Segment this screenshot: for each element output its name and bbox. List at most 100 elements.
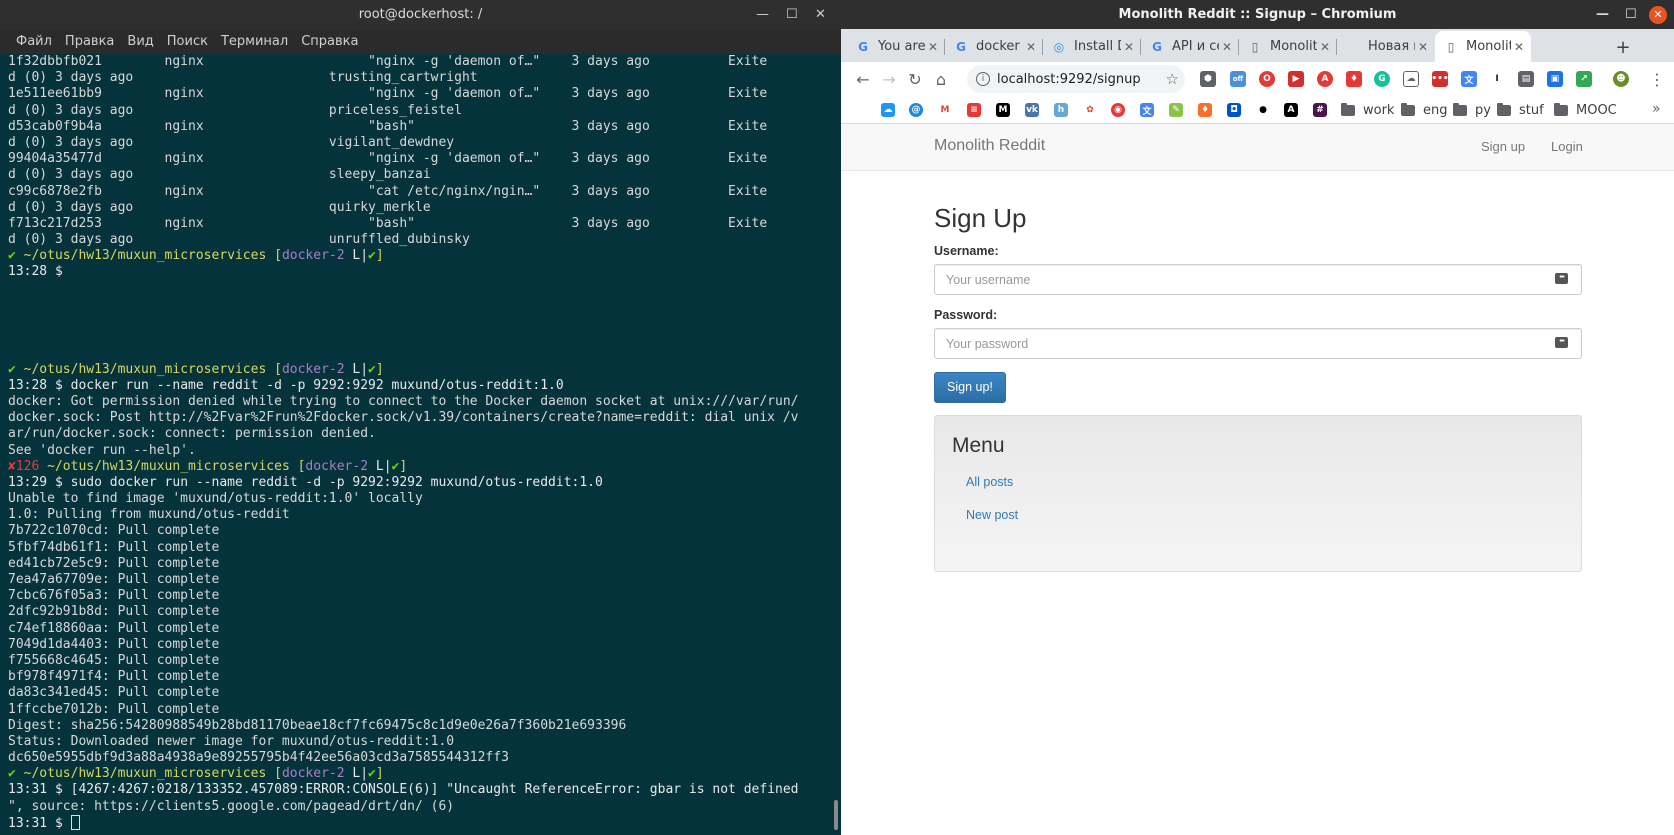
bookmark-folder-work[interactable]: work	[1341, 102, 1394, 118]
nav-signup-link[interactable]: Sign up	[1481, 139, 1525, 154]
at-bookmark-icon[interactable]: @	[909, 103, 923, 117]
back-icon[interactable]: ←	[851, 67, 875, 91]
username-input[interactable]: Your username •••	[934, 264, 1582, 295]
adblock-icon[interactable]: A	[1317, 71, 1333, 87]
tab-close-icon[interactable]: ✕	[1219, 40, 1235, 54]
more-menu-icon[interactable]: ⋮	[1645, 67, 1669, 91]
new-tab-button[interactable]: +	[1609, 33, 1637, 61]
extension-off-icon[interactable]: off	[1230, 71, 1246, 87]
prompt-line: ✔ ~/otus/hw13/muxun_microservices [docke…	[8, 766, 841, 782]
nav-login-link[interactable]: Login	[1551, 139, 1583, 154]
tab-title: Новая вкла	[1368, 39, 1415, 54]
browser-tab[interactable]: Gdocker r✕	[945, 31, 1043, 62]
notion-icon[interactable]: A	[1284, 103, 1298, 117]
circle-bookmark-icon[interactable]: ◉	[1111, 103, 1125, 117]
browser-window: Monolith Reddit :: Signup – Chromium — ☐…	[841, 0, 1674, 835]
instapaper-icon[interactable]: I	[1489, 71, 1505, 87]
chart-icon[interactable]: ↗	[1576, 71, 1592, 87]
avatar[interactable]: ☻	[1613, 71, 1629, 87]
window-icon[interactable]: ▤	[1518, 71, 1534, 87]
bookmark-folder-mooc[interactable]: MOOC	[1554, 102, 1617, 118]
browser-tab[interactable]: G API и се✕	[1141, 31, 1239, 62]
grammarly-icon[interactable]: G	[1374, 71, 1390, 87]
command-line: 13:28 $ docker run --name reddit -d -p 9…	[8, 378, 841, 394]
password-manager-icon[interactable]: •••	[1555, 273, 1568, 284]
vk-icon[interactable]: vk	[1025, 103, 1039, 117]
terminal-menubar: Файл Правка Вид Поиск Терминал Справка	[0, 29, 841, 54]
todo-icon[interactable]: ≡	[967, 103, 981, 117]
cloud-bookmark-icon[interactable]: ☁	[881, 103, 895, 117]
gmail-icon[interactable]: M	[938, 103, 952, 117]
tab-close-icon[interactable]: ✕	[1023, 40, 1039, 54]
bookmark-star-icon[interactable]: ☆	[1166, 70, 1179, 88]
minimize-icon[interactable]: —	[1596, 0, 1609, 29]
site-brand[interactable]: Monolith Reddit	[934, 137, 1045, 155]
menu-new-post-link[interactable]: New post	[966, 508, 1564, 522]
browser-tab[interactable]: G You are ✕	[847, 31, 945, 62]
menu-file[interactable]: Файл	[16, 34, 52, 49]
github-icon[interactable]: ●	[1256, 103, 1270, 117]
prompt-time: 13:31	[8, 782, 48, 798]
translate-icon[interactable]: 文	[1461, 71, 1477, 87]
browser-tab[interactable]: ◎ Install D✕	[1043, 31, 1141, 62]
home-icon[interactable]: ⌂	[929, 67, 953, 91]
cloud-icon[interactable]: ☁	[1403, 71, 1419, 87]
info-icon[interactable]: i	[976, 72, 990, 86]
slack-icon[interactable]: #	[1313, 103, 1327, 117]
medium-icon[interactable]: M	[996, 103, 1010, 117]
flower-icon[interactable]: ✿	[1083, 103, 1097, 117]
shield-icon[interactable]: ♦	[1346, 71, 1362, 87]
menu-edit[interactable]: Правка	[65, 34, 114, 49]
browser-tab[interactable]: ▯ Monolit ✕	[1435, 31, 1531, 62]
ps-row-text: 1e511ee61bb9 nginx "nginx -g 'daemon of……	[8, 86, 768, 102]
tab-close-icon[interactable]: ✕	[1317, 40, 1333, 54]
forward-icon[interactable]: →	[877, 67, 901, 91]
gitlab-icon[interactable]: ♦	[1198, 103, 1212, 117]
reload-icon[interactable]: ↻	[903, 67, 927, 91]
bookmark-folder-py[interactable]: py	[1453, 102, 1491, 118]
ps-row-wrap: d (0) 3 days ago quirky_merkle	[8, 200, 841, 216]
menu-search[interactable]: Поиск	[167, 34, 208, 49]
browser-tab[interactable]: Новая вкла✕	[1337, 31, 1435, 62]
habr-icon[interactable]: h	[1054, 103, 1068, 117]
leaf-icon[interactable]: ✎	[1169, 103, 1183, 117]
password-input[interactable]: Your password •••	[934, 328, 1582, 359]
maximize-icon[interactable]: ☐	[786, 0, 798, 29]
tab-separator	[1238, 39, 1239, 55]
bookmarks-overflow-icon[interactable]: »	[1652, 101, 1661, 117]
opera-icon[interactable]: O	[1259, 71, 1275, 87]
bookmark-folder-stuf[interactable]: stuf	[1497, 102, 1544, 118]
close-icon[interactable]: ✕	[1649, 0, 1667, 29]
capture-icon[interactable]: ▣	[1547, 71, 1563, 87]
ps-row: c99c6878e2fb nginx "cat /etc/nginx/ngin……	[8, 184, 841, 200]
minimize-icon[interactable]: —	[756, 0, 769, 29]
tab-close-icon[interactable]: ✕	[925, 40, 941, 54]
pocket-icon[interactable]: ⬢	[1200, 71, 1216, 87]
menu-help[interactable]: Справка	[301, 34, 358, 49]
tab-close-icon[interactable]: ✕	[1511, 40, 1527, 54]
prompt-time: 13:28	[8, 264, 48, 280]
tab-separator	[1042, 39, 1043, 55]
terminal-scrollbar[interactable]	[834, 800, 838, 830]
translate-bookmark-icon[interactable]: 文	[1140, 103, 1154, 117]
tab-separator	[944, 39, 945, 55]
bookmark-folder-eng[interactable]: eng	[1401, 102, 1448, 118]
tab-close-icon[interactable]: ✕	[1415, 40, 1431, 54]
ps-row-text: c99c6878e2fb nginx "cat /etc/nginx/ngin……	[8, 183, 768, 199]
menu-terminal[interactable]: Терминал	[221, 34, 288, 49]
maximize-icon[interactable]: ☐	[1625, 0, 1637, 29]
lastpass-icon[interactable]: •••	[1431, 71, 1449, 87]
signup-submit-button[interactable]: Sign up!	[934, 372, 1006, 403]
close-icon[interactable]: ✕	[815, 0, 826, 29]
menu-view[interactable]: Вид	[127, 34, 153, 49]
prompt-line: ✘126 ~/otus/hw13/muxun_microservices [do…	[8, 459, 841, 475]
password-manager-icon[interactable]: •••	[1555, 337, 1568, 348]
address-bar[interactable]: i localhost:9292/signup ☆	[967, 65, 1185, 93]
bitbucket-icon[interactable]: ◘	[1227, 103, 1241, 117]
terminal-screen[interactable]: 1f32dbbfb021 nginx "nginx -g 'daemon of……	[0, 54, 841, 835]
tab-close-icon[interactable]: ✕	[1121, 40, 1137, 54]
video-icon[interactable]: ▶	[1288, 71, 1304, 87]
favicon-icon: ▯	[1447, 39, 1455, 54]
menu-all-posts-link[interactable]: All posts	[966, 475, 1564, 489]
browser-tab[interactable]: ▯ Monolit ✕	[1239, 31, 1337, 62]
